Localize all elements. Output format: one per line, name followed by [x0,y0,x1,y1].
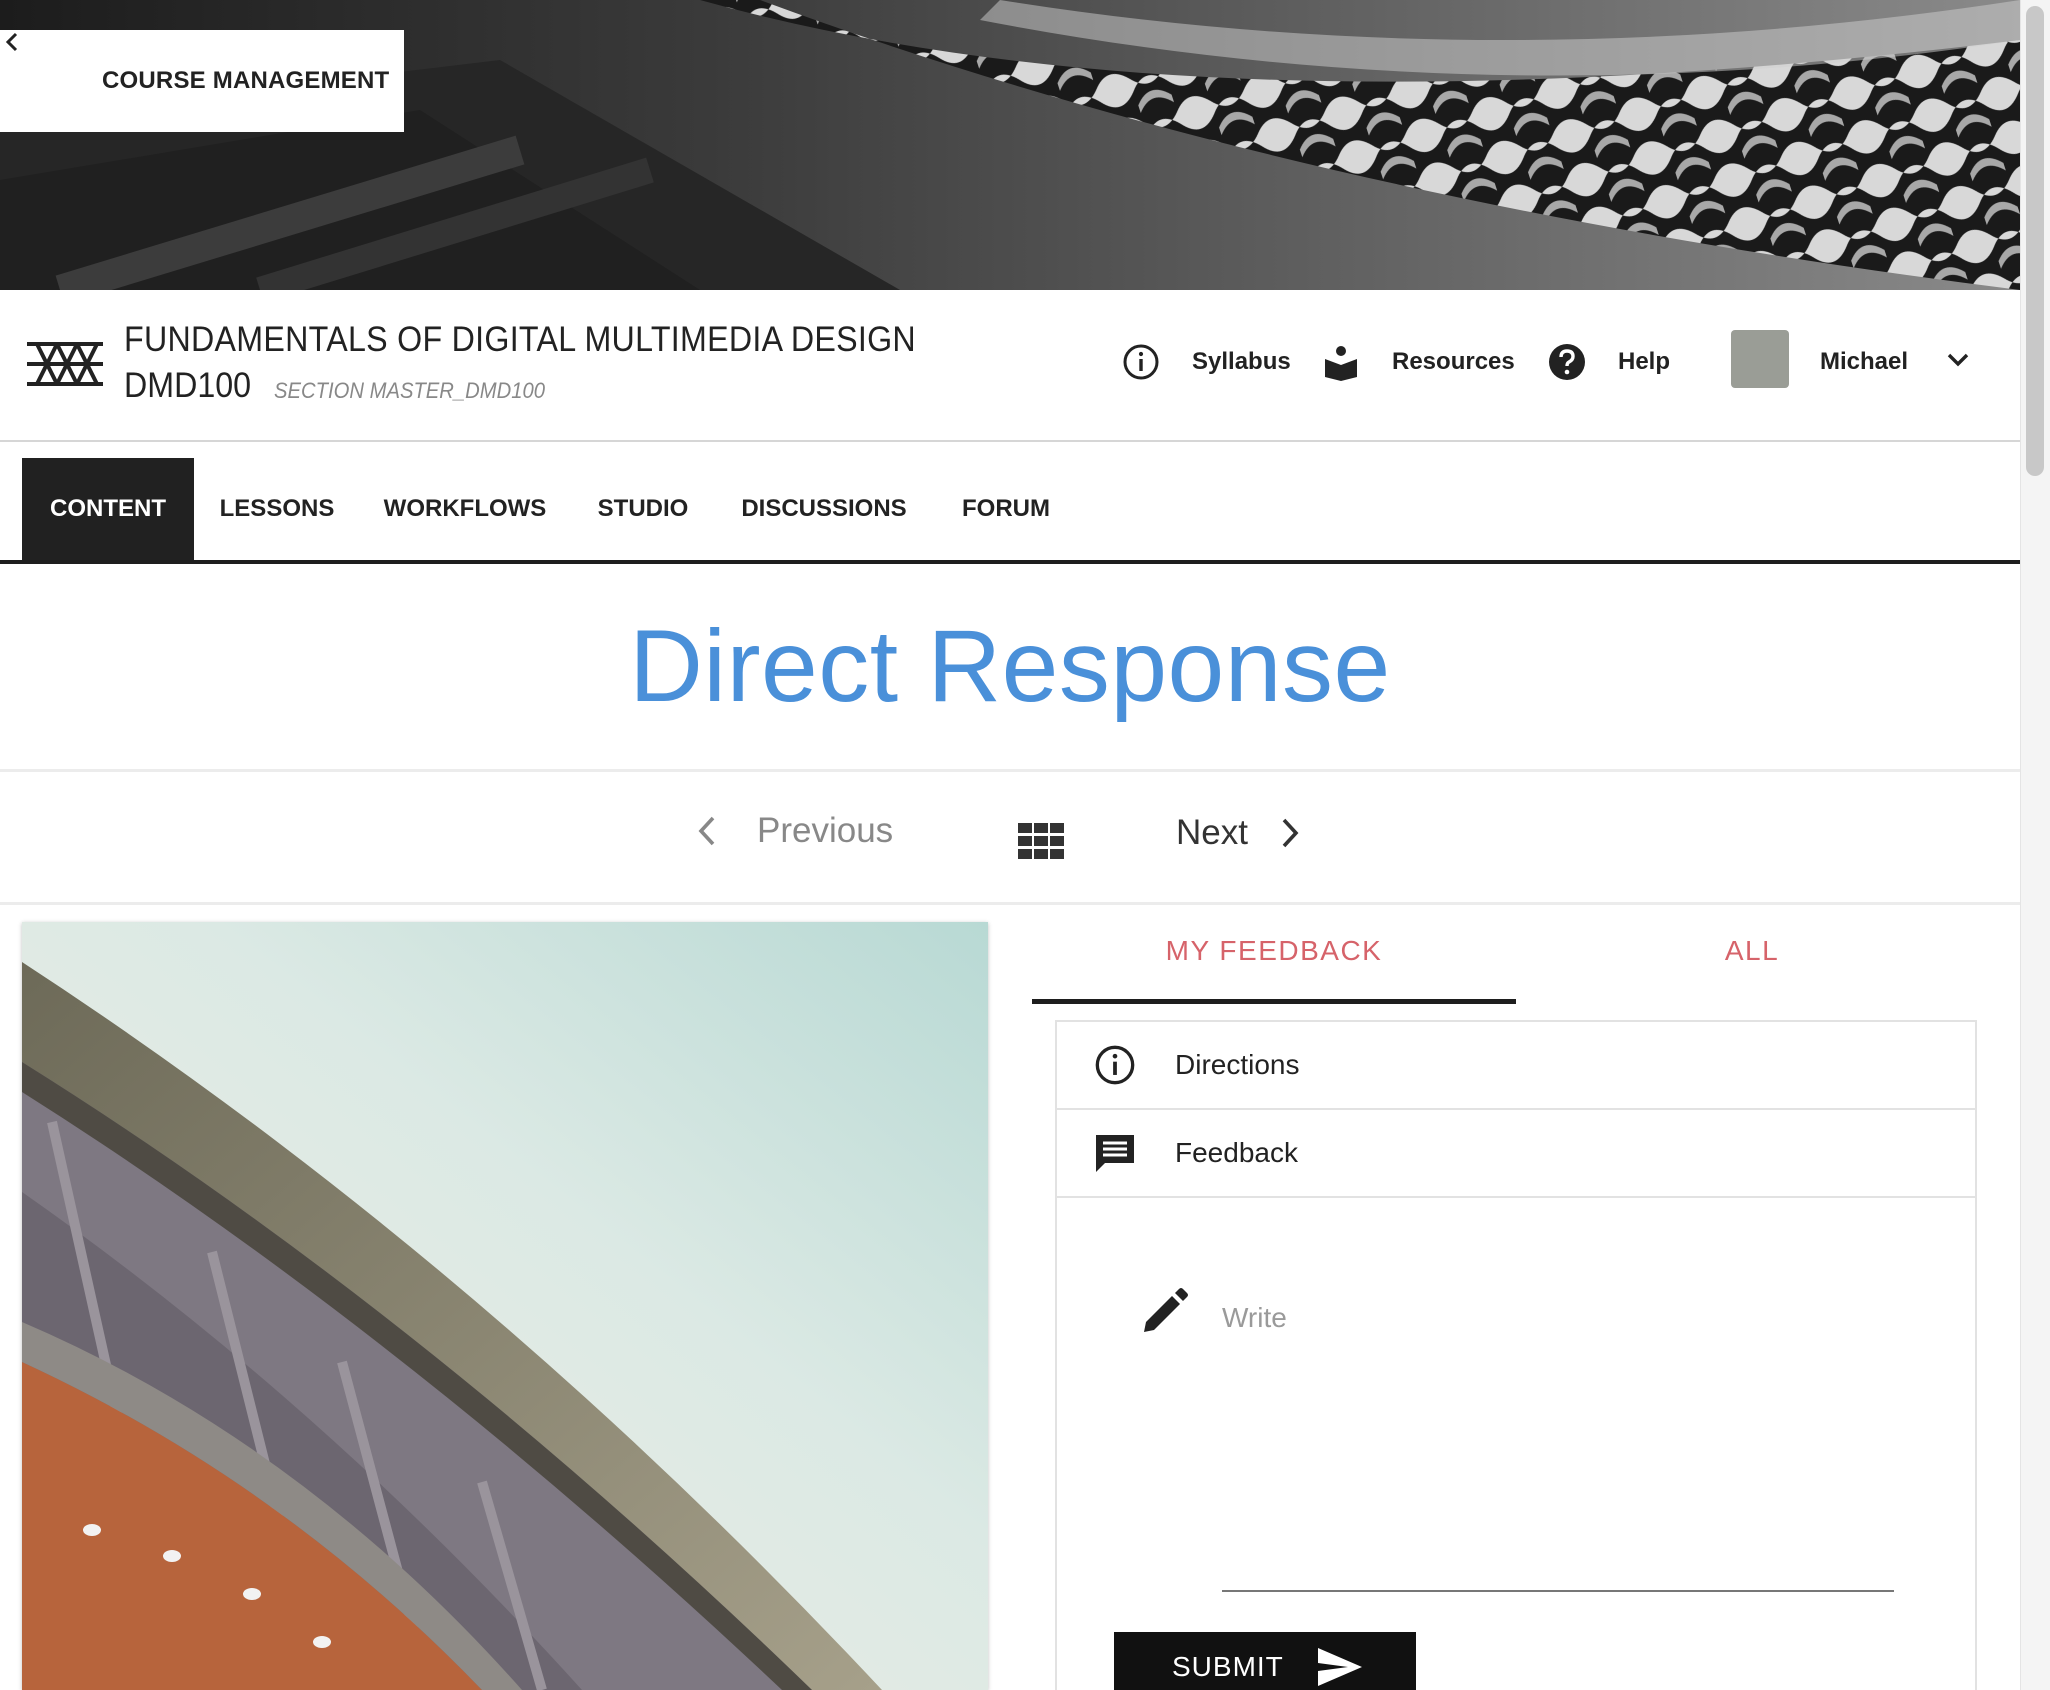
previous-button[interactable]: Previous [695,811,893,851]
comment-icon [1093,1131,1137,1175]
hero-banner: COURSE MANAGEMENT [0,0,2020,290]
course-title: FUNDAMENTALS OF DIGITAL MULTIMEDIA DESIG… [124,320,916,359]
course-code: DMD100 [124,366,252,405]
chevron-right-icon [1282,818,1299,848]
tab-workflows[interactable]: WORKFLOWS [370,458,560,560]
resources-label: Resources [1392,348,1515,375]
next-label: Next [1176,813,1248,852]
submit-label: SUBMIT [1172,1651,1284,1682]
tab-my-feedback[interactable]: MY FEEDBACK [1032,935,1516,967]
submit-button[interactable]: SUBMIT [1114,1632,1416,1690]
info-circle-icon [1093,1043,1137,1087]
user-avatar[interactable] [1731,330,1789,388]
help-circle-icon [1548,343,1586,381]
user-name[interactable]: Michael [1820,348,1908,376]
feedback-tabs: MY FEEDBACK ALL [1032,905,1988,1003]
help-link[interactable]: Help [1548,330,1670,394]
tab-studio[interactable]: STUDIO [580,458,706,560]
send-icon [1317,1648,1362,1686]
course-logo-icon [27,342,103,386]
grid-view-icon[interactable] [1018,823,1064,859]
pencil-icon [1144,1288,1188,1332]
resources-link[interactable]: Resources [1322,330,1515,394]
tab-discussions[interactable]: DISCUSSIONS [728,458,920,560]
info-circle-icon [1122,343,1160,381]
tab-lessons[interactable]: LESSONS [200,458,354,560]
previous-label: Previous [757,811,894,850]
feedback-row[interactable]: Feedback [1057,1110,1975,1198]
feedback-label: Feedback [1175,1137,1298,1168]
tab-content[interactable]: CONTENT [22,458,194,560]
back-link-label: COURSE MANAGEMENT [102,67,390,94]
page-title-section: Direct Response [0,564,2020,772]
feedback-text-input[interactable] [1222,1302,1894,1592]
write-area [1140,1288,1894,1592]
next-button[interactable]: Next [1176,813,1302,853]
chevron-left-icon [5,32,64,93]
syllabus-label: Syllabus [1192,348,1291,375]
help-label: Help [1618,348,1671,375]
course-management-back-link[interactable]: COURSE MANAGEMENT [0,30,404,132]
directions-row[interactable]: Directions [1057,1022,1975,1110]
course-tabs: CONTENT LESSONS WORKFLOWS STUDIO DISCUSS… [0,442,2020,564]
scrollbar-thumb[interactable] [2026,6,2044,476]
active-tab-indicator [1032,999,1516,1004]
chevron-left-icon [698,816,715,846]
tab-forum[interactable]: FORUM [944,458,1068,560]
content-pager: Previous Next [0,775,2020,905]
course-header: FUNDAMENTALS OF DIGITAL MULTIMEDIA DESIG… [0,290,2020,442]
syllabus-link[interactable]: Syllabus [1122,330,1291,394]
chevron-down-icon[interactable] [1944,346,1972,374]
book-reader-icon [1322,343,1360,381]
content-image [22,922,988,1690]
page-title: Direct Response [629,609,1391,723]
course-section: SECTION MASTER_DMD100 [274,378,546,403]
tab-all-feedback[interactable]: ALL [1516,935,1988,967]
directions-label: Directions [1175,1049,1300,1080]
